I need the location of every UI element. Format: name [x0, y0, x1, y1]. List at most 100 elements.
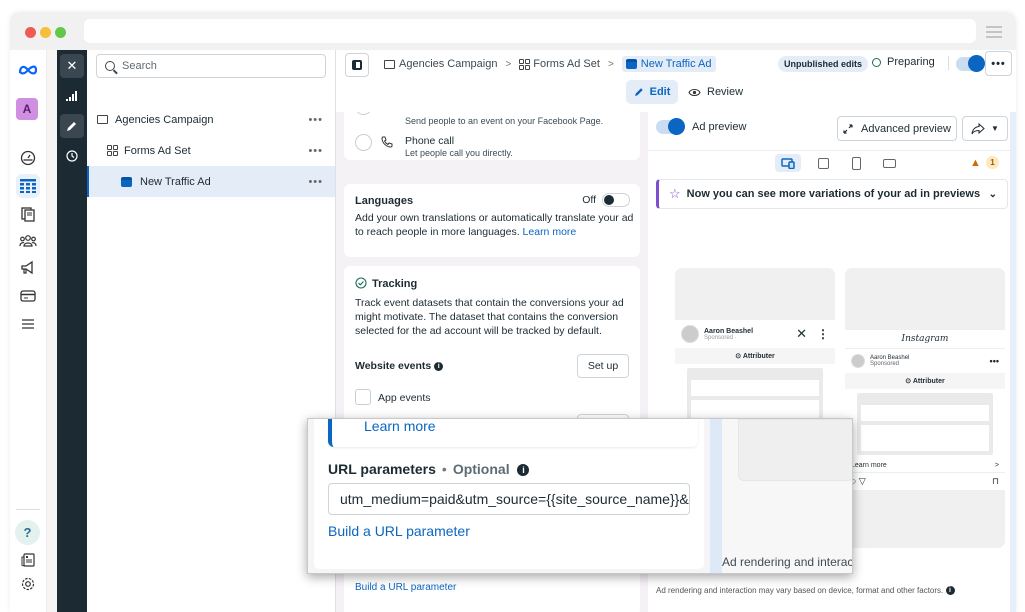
phone-call-radio[interactable] — [355, 134, 372, 151]
advertiser-avatar — [681, 325, 699, 343]
ad-preview-toggle-row: Ad preview — [656, 118, 746, 135]
more-options-button[interactable]: ••• — [308, 145, 323, 157]
horizontal-format-button[interactable] — [876, 154, 902, 172]
close-window-button[interactable] — [25, 27, 36, 38]
build-url-parameter-link[interactable]: Build a URL parameter — [355, 582, 456, 593]
ad-icon — [121, 176, 132, 187]
breadcrumb-campaign[interactable]: Agencies Campaign — [399, 58, 497, 70]
pencil-icon — [67, 122, 76, 131]
tracking-title: Tracking — [372, 278, 418, 290]
performance-chart-button[interactable] — [60, 84, 84, 108]
breadcrumb: Agencies Campaign > Forms Ad Set > New T… — [384, 56, 716, 72]
folder-icon — [384, 59, 395, 69]
ad-creative-image — [857, 393, 993, 455]
edit-button[interactable] — [60, 114, 84, 138]
tab-review[interactable]: Review — [688, 80, 743, 104]
news-icon[interactable] — [16, 548, 40, 572]
vertical-format-button[interactable] — [843, 154, 869, 172]
browser-menu-icon[interactable] — [986, 26, 1002, 41]
post-sponsored: Sponsored — [870, 361, 900, 367]
address-bar[interactable] — [84, 19, 976, 43]
instagram-logo: Instagram — [845, 330, 1005, 349]
chevron-down-icon[interactable]: ⌄ — [989, 189, 997, 200]
info-icon[interactable]: i — [945, 586, 955, 596]
clock-icon — [66, 150, 78, 162]
more-icon: ••• — [989, 356, 999, 366]
build-url-parameter-link[interactable]: Build a URL parameter — [328, 523, 470, 539]
url-parameters-input[interactable]: utm_medium=paid&utm_source={{site_source… — [328, 483, 690, 515]
pencil-icon — [634, 88, 643, 96]
cta-label: Learn more — [851, 462, 887, 469]
call-to-action-options-card: Send people to an event on your Facebook… — [344, 112, 640, 160]
languages-learn-more-link[interactable]: Learn more — [523, 226, 577, 238]
post-sponsored: Sponsored · — [704, 334, 737, 341]
website-events-text: Website events — [355, 360, 432, 372]
event-option-desc: Send people to an event on your Facebook… — [405, 116, 604, 126]
search-placeholder: Search — [122, 60, 157, 72]
audiences-icon[interactable] — [16, 229, 40, 253]
collapsed-panel-edge — [47, 50, 57, 612]
toggle-sidebar-button[interactable] — [345, 53, 369, 77]
info-icon[interactable]: i — [434, 361, 444, 371]
divider — [948, 56, 949, 70]
tree-row-adset[interactable]: Forms Ad Set ••• — [87, 135, 335, 166]
event-radio[interactable] — [355, 112, 372, 115]
more-options-button[interactable]: ••• — [308, 114, 323, 126]
breadcrumb-adset[interactable]: Forms Ad Set — [533, 58, 600, 70]
close-editor-button[interactable]: ✕ — [60, 54, 84, 78]
campaigns-megaphone-icon[interactable] — [16, 256, 40, 280]
pages-icon[interactable] — [16, 202, 40, 226]
post-user: Aaron Beashel Sponsored · — [704, 328, 753, 341]
more-actions-button[interactable]: ••• — [985, 51, 1012, 76]
chevron-right-icon: > — [994, 462, 999, 469]
share-dropdown-button[interactable]: ▼ — [962, 116, 1008, 141]
learn-more-link[interactable]: Learn more — [328, 419, 698, 447]
chevron-right-icon: > — [607, 58, 614, 70]
warning-count: 1 — [986, 156, 999, 169]
history-button[interactable] — [60, 144, 84, 168]
app-events-checkbox[interactable] — [355, 389, 371, 405]
status-ring-icon — [872, 57, 881, 67]
device-selector: ▲ 1 — [648, 150, 1010, 174]
all-placements-button[interactable] — [775, 154, 801, 172]
optional-label: Optional — [452, 461, 510, 477]
instagram-preview[interactable]: Instagram Aaron Beashel Sponsored ••• ⊙ … — [845, 268, 1005, 548]
tree-row-ad[interactable]: New Traffic Ad ••• — [87, 166, 335, 197]
ad-preview-toggle[interactable] — [656, 118, 685, 135]
dashboard-icon[interactable] — [16, 146, 40, 170]
account-avatar[interactable]: A — [16, 98, 38, 120]
advanced-preview-button[interactable]: Advanced preview — [837, 116, 957, 141]
minimize-window-button[interactable] — [40, 27, 51, 38]
tree-row-label: Agencies Campaign — [115, 113, 214, 126]
settings-gear-icon[interactable] — [16, 572, 40, 596]
info-icon[interactable]: i — [517, 464, 530, 477]
tab-edit-label: Edit — [649, 86, 671, 98]
all-tools-menu-icon[interactable] — [16, 312, 40, 336]
phone-icon — [381, 136, 393, 148]
tree-row-campaign[interactable]: Agencies Campaign ••• — [87, 104, 335, 135]
website-events-setup-button[interactable]: Set up — [577, 354, 629, 378]
breadcrumb-ad[interactable]: New Traffic Ad — [621, 56, 716, 72]
website-events-label: Website events i — [355, 360, 444, 372]
warning-icon[interactable]: ▲ — [970, 157, 981, 169]
ads-manager-table-icon[interactable] — [16, 174, 40, 198]
brand-name: Attributer — [912, 378, 945, 385]
billing-card-icon[interactable] — [16, 284, 40, 308]
ad-icon — [625, 59, 637, 69]
languages-toggle[interactable] — [602, 193, 630, 207]
ad-on-off-toggle[interactable] — [956, 55, 985, 72]
help-icon[interactable]: ? — [15, 520, 40, 545]
search-icon — [105, 61, 115, 71]
campaign-tree-panel: Search Agencies Campaign ••• Forms Ad Se… — [87, 50, 336, 612]
maximize-window-button[interactable] — [55, 27, 66, 38]
expand-icon — [843, 123, 853, 134]
preview-variations-notice[interactable]: ☆ Now you can see more variations of you… — [656, 179, 1008, 209]
status-text: Preparing — [887, 56, 935, 68]
square-format-button[interactable] — [810, 154, 836, 172]
preview-footer-text: Ad rendering and interaction may vary ba… — [656, 586, 944, 595]
tab-edit[interactable]: Edit — [626, 80, 678, 104]
tree-search-input[interactable]: Search — [96, 54, 326, 78]
meta-logo-icon[interactable] — [16, 58, 40, 82]
more-options-button[interactable]: ••• — [308, 176, 323, 188]
cta-row: Learn more > — [845, 459, 1005, 473]
